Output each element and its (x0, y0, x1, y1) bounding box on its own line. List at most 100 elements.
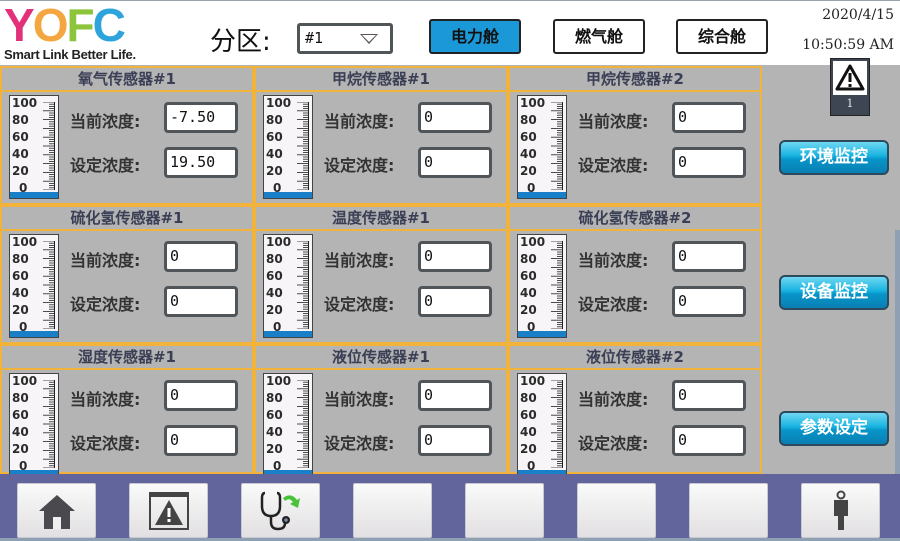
alarm-window-icon (148, 491, 189, 530)
current-concentration-field[interactable]: 0 (672, 102, 746, 133)
gauge-scale-label: 80 (520, 252, 537, 266)
gauge-scale-label: 60 (520, 130, 537, 144)
current-concentration-field[interactable]: 0 (672, 241, 746, 272)
nav-parameter-settings-button[interactable]: 参数设定 (779, 411, 889, 446)
gauge-scale-label: 20 (12, 303, 29, 317)
sensor-title: 液位传感器#2 (510, 344, 760, 370)
sensor-panel-humidity-sensor-1: 湿度传感器#1 100 80 60 40 20 0 当前浓度: 0 设定浓度: 0 (0, 344, 254, 477)
current-concentration-label: 当前浓度: (324, 112, 395, 131)
gauge-scale-label: 100 (266, 374, 292, 388)
current-concentration-field[interactable]: 0 (672, 380, 746, 411)
level-gauge: 100 80 60 40 20 0 (9, 373, 59, 477)
gauge-fill (264, 331, 312, 337)
current-concentration-field[interactable]: 0 (164, 241, 238, 272)
gauge-scale-label: 60 (266, 408, 283, 422)
gauge-scale-label: 60 (266, 130, 283, 144)
zone-select-value: #1 (305, 29, 324, 47)
toolbar-button-4[interactable] (353, 483, 432, 538)
nav-environment-monitoring-button[interactable]: 环境监控 (779, 140, 889, 175)
gauge-scale-label: 80 (266, 391, 283, 405)
gauge-fill (518, 192, 566, 198)
alarm-indicator[interactable]: 1 (830, 58, 870, 116)
alarm-count: 1 (846, 97, 854, 110)
sensor-title: 甲烷传感器#2 (510, 66, 760, 92)
sensor-body: 100 80 60 40 20 0 当前浓度: 0 设定浓度: 0 (256, 370, 506, 480)
sensor-title: 甲烷传感器#1 (256, 66, 506, 92)
current-concentration-field[interactable]: 0 (418, 380, 492, 411)
gauge-scale-label: 80 (520, 113, 537, 127)
gauge-scale-label: 0 (273, 181, 282, 195)
current-concentration-field[interactable]: 0 (164, 380, 238, 411)
sensor-body: 100 80 60 40 20 0 当前浓度: 0 设定浓度: 0 (2, 231, 252, 341)
current-concentration-label: 当前浓度: (70, 390, 141, 409)
current-concentration-field[interactable]: 0 (418, 241, 492, 272)
setpoint-concentration-field[interactable]: 19.50 (164, 147, 238, 178)
alarm-window-button[interactable] (129, 483, 208, 538)
setpoint-concentration-label: 设定浓度: (70, 434, 141, 453)
current-concentration-label: 当前浓度: (578, 112, 649, 131)
sensor-panel-level-sensor-2: 液位传感器#2 100 80 60 40 20 0 当前浓度: 0 设定浓度: 0 (508, 344, 762, 477)
sensor-title: 湿度传感器#1 (2, 344, 252, 370)
chevron-down-icon (360, 34, 378, 44)
gauge-scale-label: 0 (527, 181, 536, 195)
setpoint-concentration-field[interactable]: 0 (164, 286, 238, 317)
scrollbar[interactable] (895, 230, 900, 474)
gauge-scale-label: 60 (520, 408, 537, 422)
current-concentration-field[interactable]: 0 (418, 102, 492, 133)
setpoint-concentration-field[interactable]: 0 (164, 425, 238, 456)
gauge-scale-label: 40 (266, 425, 283, 439)
setpoint-concentration-field[interactable]: 0 (418, 425, 492, 456)
toolbar-button-7[interactable] (689, 483, 768, 538)
zone-select[interactable]: #1 (297, 23, 393, 54)
gauge-scale-label: 0 (19, 459, 28, 473)
logo-letter: C (92, 0, 126, 51)
sensor-panel-methane-sensor-1: 甲烷传感器#1 100 80 60 40 20 0 当前浓度: 0 设定浓度: 0 (254, 66, 508, 205)
sensor-title: 硫化氢传感器#2 (510, 205, 760, 231)
sensor-panel-oxygen-sensor-1: 氧气传感器#1 100 80 60 40 20 0 当前浓度: -7.50 设定浓度: 19.50 (0, 66, 254, 205)
setpoint-concentration-label: 设定浓度: (70, 295, 141, 314)
gauge-scale-label: 60 (520, 269, 537, 283)
gauge-scale-label: 20 (266, 164, 283, 178)
gauge-scale-label: 100 (266, 96, 292, 110)
gauge-ticks (43, 102, 55, 190)
logo-letter: Y (4, 0, 35, 51)
current-concentration-label: 当前浓度: (324, 251, 395, 270)
setpoint-concentration-field[interactable]: 0 (418, 286, 492, 317)
setpoint-concentration-label: 设定浓度: (578, 156, 649, 175)
gauge-scale-label: 60 (266, 269, 283, 283)
cabin-button-power[interactable]: 电力舱 (429, 19, 521, 54)
setpoint-concentration-field[interactable]: 0 (672, 147, 746, 178)
cabin-button-comprehensive[interactable]: 综合舱 (676, 19, 768, 54)
header: YOFC Smart Link Better Life. 分区: #1 电力舱 … (0, 0, 900, 65)
cabin-button-gas[interactable]: 燃气舱 (553, 19, 645, 54)
sensor-title: 硫化氢传感器#1 (2, 205, 252, 231)
gauge-ticks (551, 241, 563, 329)
gauge-scale-label: 20 (520, 164, 537, 178)
sensor-panel-level-sensor-1: 液位传感器#1 100 80 60 40 20 0 当前浓度: 0 设定浓度: 0 (254, 344, 508, 477)
gauge-scale-label: 80 (12, 391, 29, 405)
home-icon (38, 494, 75, 529)
gauge-ticks (297, 102, 309, 190)
toolbar-button-6[interactable] (577, 483, 656, 538)
nav-equipment-monitoring-button[interactable]: 设备监控 (779, 275, 889, 310)
setpoint-concentration-field[interactable]: 0 (672, 286, 746, 317)
setpoint-concentration-label: 设定浓度: (324, 295, 395, 314)
toolbar-button-5[interactable] (465, 483, 544, 538)
zone-label: 分区: (210, 27, 271, 57)
current-concentration-field[interactable]: -7.50 (164, 102, 238, 133)
diagnostics-button[interactable] (241, 483, 320, 538)
gauge-fill (518, 331, 566, 337)
gauge-scale-label: 100 (266, 235, 292, 249)
user-button[interactable] (801, 483, 880, 538)
sensor-title: 氧气传感器#1 (2, 66, 252, 92)
current-concentration-label: 当前浓度: (70, 112, 141, 131)
setpoint-concentration-field[interactable]: 0 (672, 425, 746, 456)
logo-letter: O (32, 0, 69, 51)
level-gauge: 100 80 60 40 20 0 (263, 234, 313, 338)
gauge-scale-label: 20 (266, 442, 283, 456)
home-button[interactable] (17, 483, 96, 538)
setpoint-concentration-field[interactable]: 0 (418, 147, 492, 178)
gauge-fill (10, 192, 58, 198)
gauge-scale-label: 0 (273, 320, 282, 334)
sensor-body: 100 80 60 40 20 0 当前浓度: 0 设定浓度: 0 (256, 231, 506, 341)
